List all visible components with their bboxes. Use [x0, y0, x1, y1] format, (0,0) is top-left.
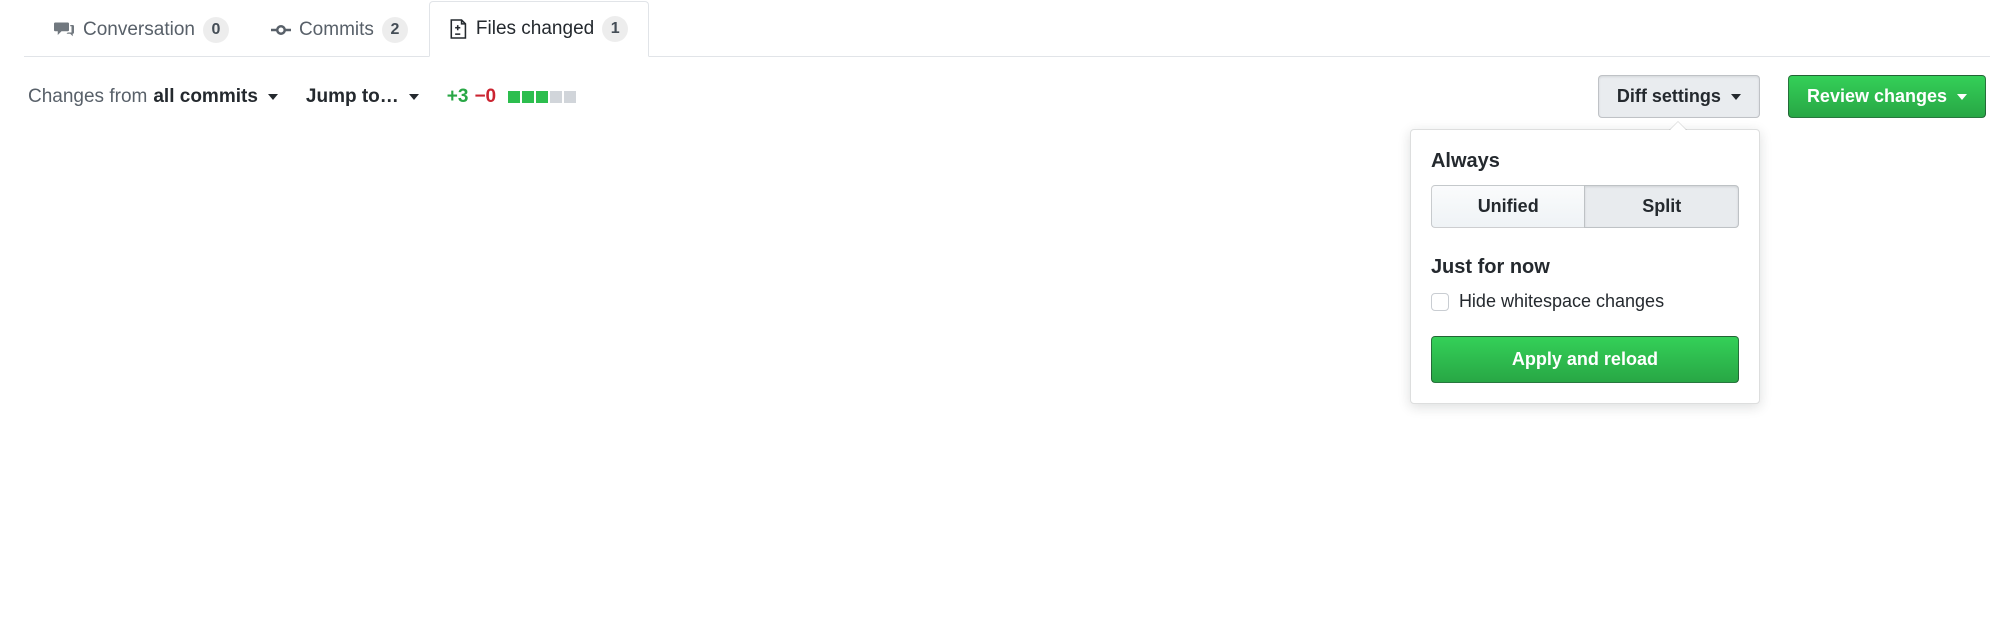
checkbox-icon[interactable]: [1431, 293, 1449, 311]
diffstat: +3 −0: [447, 86, 576, 108]
comment-discussion-icon: [53, 20, 75, 40]
unified-option[interactable]: Unified: [1431, 185, 1585, 228]
caret-down-icon: [409, 94, 419, 100]
always-heading: Always: [1431, 150, 1739, 173]
hide-whitespace-label: Hide whitespace changes: [1459, 291, 1664, 312]
tab-conversation-count: 0: [203, 17, 229, 43]
tab-conversation[interactable]: Conversation 0: [32, 1, 250, 57]
diff-settings-label: Diff settings: [1617, 86, 1721, 107]
review-changes-button[interactable]: Review changes: [1788, 75, 1986, 118]
diffstat-squares: [508, 91, 576, 103]
tab-conversation-label: Conversation: [83, 19, 195, 41]
pr-tabs: Conversation 0 Commits 2 Files changed 1: [24, 0, 1990, 57]
tab-commits-label: Commits: [299, 19, 374, 41]
hide-whitespace-row[interactable]: Hide whitespace changes: [1431, 291, 1739, 312]
jump-to-label: Jump to…: [306, 86, 399, 108]
caret-down-icon: [1957, 94, 1967, 100]
diff-settings-button[interactable]: Diff settings: [1598, 75, 1760, 118]
tab-files-label: Files changed: [476, 18, 594, 40]
file-diff-icon: [450, 18, 468, 40]
tab-files-changed[interactable]: Files changed 1: [429, 1, 649, 57]
git-commit-icon: [271, 20, 291, 40]
jump-to-dropdown[interactable]: Jump to…: [306, 86, 419, 108]
deletions-count: −0: [474, 86, 496, 108]
split-option[interactable]: Split: [1584, 185, 1739, 228]
tab-files-count: 1: [602, 16, 628, 42]
additions-count: +3: [447, 86, 469, 108]
tab-commits-count: 2: [382, 17, 408, 43]
caret-down-icon: [1731, 94, 1741, 100]
diff-toolbar: Changes from all commits Jump to… +3 −0 …: [24, 57, 1990, 118]
review-changes-label: Review changes: [1807, 86, 1947, 107]
caret-down-icon: [268, 94, 278, 100]
tab-commits[interactable]: Commits 2: [250, 1, 429, 57]
changes-from-prefix: Changes from: [28, 86, 147, 108]
diff-mode-toggle: Unified Split: [1431, 185, 1739, 228]
diff-settings-popover: Always Unified Split Just for now Hide w…: [1410, 129, 1760, 404]
apply-and-reload-button[interactable]: Apply and reload: [1431, 336, 1739, 383]
changes-from-value: all commits: [153, 86, 258, 108]
changes-from-dropdown[interactable]: Changes from all commits: [28, 86, 278, 108]
just-for-now-heading: Just for now: [1431, 256, 1739, 279]
